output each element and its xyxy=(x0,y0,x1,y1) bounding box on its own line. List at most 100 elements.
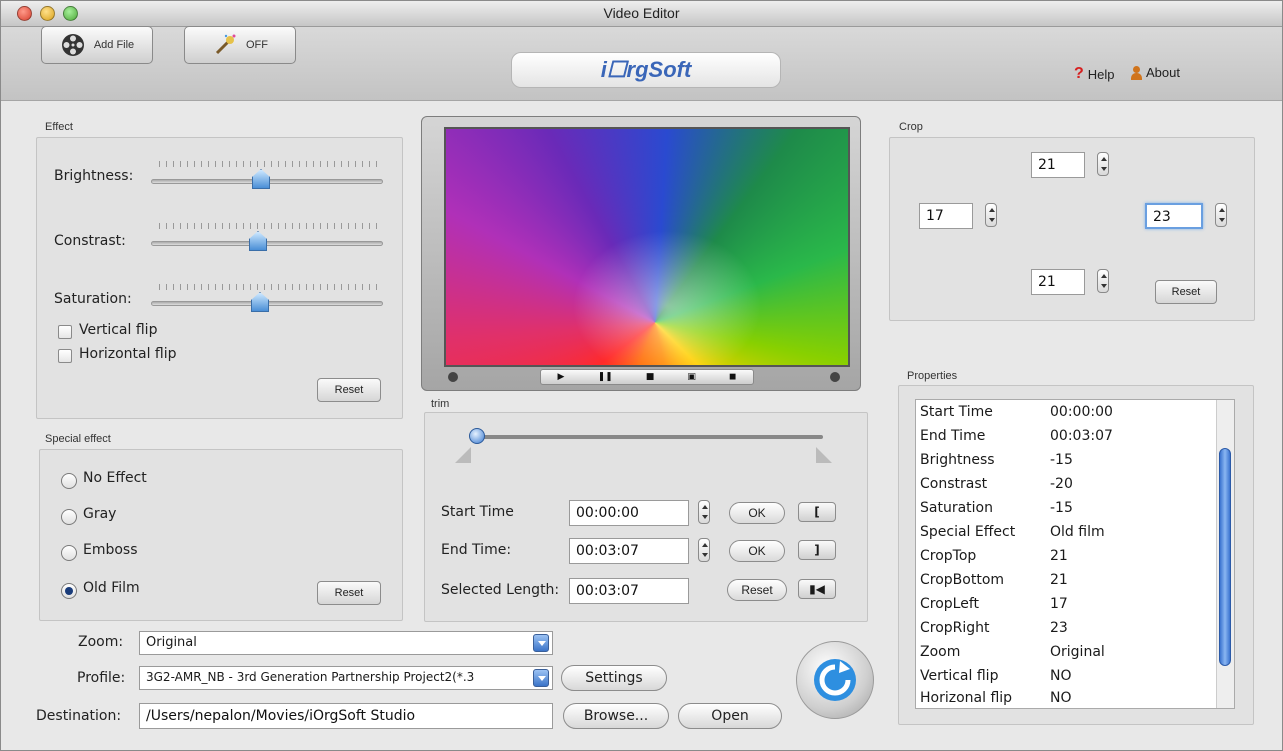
radio-old-film[interactable] xyxy=(61,583,77,599)
open-button[interactable]: Open xyxy=(678,703,782,729)
effect-reset-button[interactable]: Reset xyxy=(317,378,381,402)
profile-dropdown-arrow-icon[interactable] xyxy=(533,669,549,687)
play-icon[interactable]: ▶ xyxy=(558,372,565,382)
trim-group-label: trim xyxy=(431,398,450,410)
start-time-field[interactable]: 00:00:00 xyxy=(569,500,689,526)
set-start-button[interactable]: [ xyxy=(798,502,836,522)
list-item: CropLeft 17 xyxy=(920,594,1216,618)
brightness-label: Brightness: xyxy=(54,168,134,184)
start-time-ok-button[interactable]: OK xyxy=(729,502,785,524)
property-name: Constrast xyxy=(920,476,988,492)
properties-list: Start Time 00:00:00 End Time 00:03:07 Brig… xyxy=(915,399,1235,709)
crop-reset-button[interactable]: Reset xyxy=(1155,280,1217,304)
title-bar: Video Editor xyxy=(1,1,1282,27)
property-value: 21 xyxy=(1050,548,1068,564)
selected-length-label: Selected Length: xyxy=(441,582,560,598)
toggle-label: OFF xyxy=(246,39,268,51)
property-name: End Time xyxy=(920,428,986,444)
contrast-slider[interactable] xyxy=(151,241,383,246)
preview-screen xyxy=(444,127,850,367)
property-value: -15 xyxy=(1050,500,1073,516)
end-time-stepper[interactable] xyxy=(698,538,710,562)
effect-group-label: Effect xyxy=(45,121,73,133)
profile-select[interactable]: 3G2-AMR_NB - 3rd Generation Partnership … xyxy=(139,666,553,690)
pause-icon[interactable]: ❚❚ xyxy=(598,372,613,382)
convert-button[interactable] xyxy=(796,641,874,719)
video-editor-window: Video Editor Add File OFF i☐rgSoft ? Hel… xyxy=(0,0,1283,751)
property-value: 00:00:00 xyxy=(1050,404,1113,420)
skip-icon: ▮◀ xyxy=(809,582,825,596)
crop-bottom-stepper[interactable] xyxy=(1097,269,1109,293)
zoom-dropdown-arrow-icon[interactable] xyxy=(533,634,549,652)
end-time-label: End Time: xyxy=(441,542,512,558)
snapshot-icon[interactable]: ▣ xyxy=(687,372,696,382)
property-value: 23 xyxy=(1050,620,1068,636)
stop-icon[interactable]: ■ xyxy=(646,372,655,382)
set-end-button[interactable]: ] xyxy=(798,540,836,560)
crop-top-stepper[interactable] xyxy=(1097,152,1109,176)
special-effect-reset-button[interactable]: Reset xyxy=(317,581,381,605)
refresh-icon xyxy=(814,659,856,701)
add-file-button[interactable]: Add File xyxy=(41,26,153,64)
contrast-ticks xyxy=(159,223,377,229)
contrast-label: Constrast: xyxy=(54,233,126,249)
destination-field[interactable]: /Users/nepalon/Movies/iOrgSoft Studio xyxy=(139,703,553,729)
property-value: Original xyxy=(1050,644,1105,660)
effect-toggle-button[interactable]: OFF xyxy=(184,26,296,64)
radio-gray[interactable] xyxy=(61,509,77,525)
crop-right-stepper[interactable] xyxy=(1215,203,1227,227)
camera-icon[interactable]: ◼ xyxy=(729,372,736,382)
trim-start-handle[interactable] xyxy=(455,447,471,463)
person-icon xyxy=(1131,65,1142,80)
settings-button[interactable]: Settings xyxy=(561,665,667,691)
bracket-right-icon: ] xyxy=(814,543,820,557)
trim-reset-button[interactable]: Reset xyxy=(727,579,787,601)
about-label: About xyxy=(1146,65,1180,80)
property-name: Saturation xyxy=(920,500,993,516)
property-name: Special Effect xyxy=(920,524,1016,540)
about-link[interactable]: About xyxy=(1131,65,1180,80)
preview-knob-left xyxy=(448,372,458,382)
saturation-label: Saturation: xyxy=(54,291,132,307)
selected-length-field: 00:03:07 xyxy=(569,578,689,604)
playback-controls: ▶ ❚❚ ■ ▣ ◼ xyxy=(540,369,754,385)
end-time-ok-button[interactable]: OK xyxy=(729,540,785,562)
list-item: Start Time 00:00:00 xyxy=(920,402,1216,426)
crop-left-stepper[interactable] xyxy=(985,203,997,227)
list-item: Saturation -15 xyxy=(920,498,1216,522)
crop-right-field[interactable]: 23 xyxy=(1145,203,1203,229)
property-name: CropTop xyxy=(920,548,977,564)
zoom-select[interactable]: Original xyxy=(139,631,553,655)
vertical-flip-label: Vertical flip xyxy=(79,322,158,338)
trim-end-handle[interactable] xyxy=(816,447,832,463)
video-preview: ▶ ❚❚ ■ ▣ ◼ xyxy=(421,116,861,391)
destination-label: Destination: xyxy=(36,708,122,724)
crop-top-field[interactable]: 21 xyxy=(1031,152,1085,178)
magic-wand-icon xyxy=(215,34,236,55)
end-time-field[interactable]: 00:03:07 xyxy=(569,538,689,564)
start-time-stepper[interactable] xyxy=(698,500,710,524)
property-value: 17 xyxy=(1050,596,1068,612)
properties-scroll-thumb[interactable] xyxy=(1219,448,1231,666)
vertical-flip-checkbox[interactable] xyxy=(58,325,72,339)
list-item: Zoom Original xyxy=(920,642,1216,666)
trim-position-handle[interactable] xyxy=(469,428,485,444)
property-name: CropBottom xyxy=(920,572,1005,588)
profile-label: Profile: xyxy=(77,670,126,686)
property-value: Old film xyxy=(1050,524,1105,540)
list-item: CropRight 23 xyxy=(920,618,1216,642)
trim-slider-track[interactable] xyxy=(471,435,823,439)
preview-knob-right xyxy=(830,372,840,382)
crop-bottom-field[interactable]: 21 xyxy=(1031,269,1085,295)
list-item: CropTop 21 xyxy=(920,546,1216,570)
radio-no-effect[interactable] xyxy=(61,473,77,489)
list-item: Constrast -20 xyxy=(920,474,1216,498)
start-time-label: Start Time xyxy=(441,504,514,520)
radio-emboss[interactable] xyxy=(61,545,77,561)
crop-left-field[interactable]: 17 xyxy=(919,203,973,229)
browse-button[interactable]: Browse... xyxy=(563,703,669,729)
skip-to-end-button[interactable]: ▮◀ xyxy=(798,579,836,599)
properties-scrollbar[interactable] xyxy=(1216,400,1234,708)
horizontal-flip-checkbox[interactable] xyxy=(58,349,72,363)
help-link[interactable]: ? Help xyxy=(1074,65,1115,83)
